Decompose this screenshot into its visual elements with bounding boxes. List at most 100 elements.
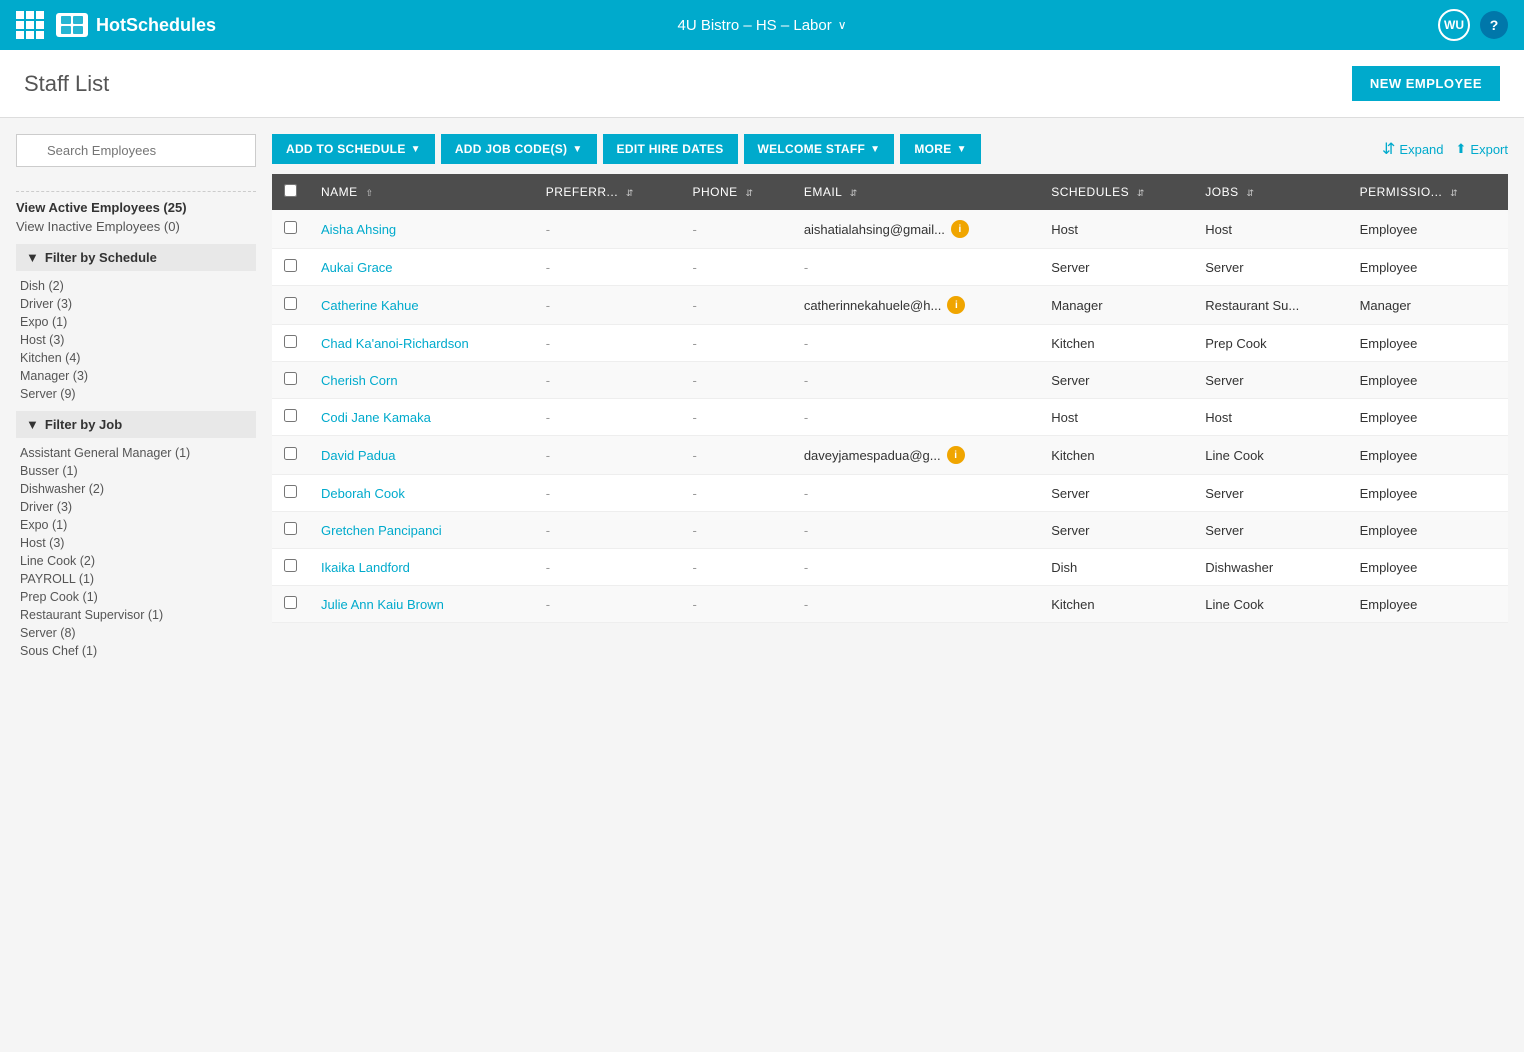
preferred-name: -: [534, 549, 681, 586]
job-filter-item[interactable]: Host (3): [16, 534, 256, 552]
search-input[interactable]: [16, 134, 256, 167]
table-row: Gretchen Pancipanci---ServerServerEmploy…: [272, 512, 1508, 549]
logo-icon: [56, 13, 88, 37]
schedule-filter-item[interactable]: Dish (2): [16, 277, 256, 295]
row-checkbox[interactable]: [284, 559, 297, 572]
employee-schedule: Dish: [1039, 549, 1193, 586]
row-checkbox[interactable]: [284, 221, 297, 234]
schedule-filter-item[interactable]: Server (9): [16, 385, 256, 403]
permissions-header[interactable]: PERMISSIO... ⇵: [1348, 174, 1508, 210]
employee-permissions: Employee: [1348, 586, 1508, 623]
view-active-employees-link[interactable]: View Active Employees (25): [16, 200, 256, 215]
schedule-filter-item[interactable]: Host (3): [16, 331, 256, 349]
view-inactive-employees-link[interactable]: View Inactive Employees (0): [16, 219, 256, 234]
email-warning-icon: i: [947, 446, 965, 464]
email-address: -: [792, 549, 1039, 586]
employee-jobs: Host: [1193, 399, 1347, 436]
job-filter-item[interactable]: Driver (3): [16, 498, 256, 516]
job-filter-item[interactable]: Dishwasher (2): [16, 480, 256, 498]
row-checkbox[interactable]: [284, 335, 297, 348]
row-checkbox[interactable]: [284, 372, 297, 385]
schedules-header[interactable]: SCHEDULES ⇵: [1039, 174, 1193, 210]
row-checkbox[interactable]: [284, 596, 297, 609]
jobs-header[interactable]: JOBS ⇵: [1193, 174, 1347, 210]
job-filter-item[interactable]: PAYROLL (1): [16, 570, 256, 588]
expand-button[interactable]: ⇵ Expand: [1382, 139, 1444, 159]
employee-schedule: Kitchen: [1039, 586, 1193, 623]
email-header[interactable]: EMAIL ⇵: [792, 174, 1039, 210]
schedule-filter-item[interactable]: Driver (3): [16, 295, 256, 313]
filter-by-schedule-header[interactable]: ▼ Filter by Schedule: [16, 244, 256, 271]
logo[interactable]: HotSchedules: [56, 13, 216, 37]
filter-by-job-header[interactable]: ▼ Filter by Job: [16, 411, 256, 438]
employee-name-link[interactable]: Aisha Ahsing: [321, 222, 396, 237]
name-header[interactable]: NAME ⇧: [309, 174, 534, 210]
select-all-header[interactable]: [272, 174, 309, 210]
employee-schedule: Kitchen: [1039, 436, 1193, 475]
employee-name-link[interactable]: Ikaika Landford: [321, 560, 410, 575]
job-filter-item[interactable]: Restaurant Supervisor (1): [16, 606, 256, 624]
help-button[interactable]: ?: [1480, 11, 1508, 39]
edit-hire-dates-button[interactable]: EDIT HIRE DATES: [603, 134, 738, 164]
export-icon: ⬆: [1456, 141, 1467, 157]
employee-permissions: Employee: [1348, 210, 1508, 249]
employee-jobs: Server: [1193, 249, 1347, 286]
phone-number: -: [681, 475, 792, 512]
employee-name-link[interactable]: Aukai Grace: [321, 260, 393, 275]
employee-name-link[interactable]: David Padua: [321, 448, 395, 463]
email-address: -: [792, 362, 1039, 399]
employee-name-link[interactable]: Deborah Cook: [321, 486, 405, 501]
employee-schedule: Kitchen: [1039, 325, 1193, 362]
preferred-header[interactable]: PREFERR... ⇵: [534, 174, 681, 210]
employee-name-link[interactable]: Cherish Corn: [321, 373, 398, 388]
schedule-filter-item[interactable]: Manager (3): [16, 367, 256, 385]
grid-icon[interactable]: [16, 11, 44, 39]
row-checkbox[interactable]: [284, 522, 297, 535]
job-filter-item[interactable]: Prep Cook (1): [16, 588, 256, 606]
right-icons: WU ?: [1438, 9, 1508, 41]
user-avatar[interactable]: WU: [1438, 9, 1470, 41]
employee-name-link[interactable]: Codi Jane Kamaka: [321, 410, 431, 425]
row-checkbox[interactable]: [284, 259, 297, 272]
phone-number: -: [681, 436, 792, 475]
sidebar: 🔍 View Active Employees (25) View Inacti…: [16, 134, 256, 660]
export-button[interactable]: ⬆ Export: [1456, 141, 1508, 157]
welcome-staff-button[interactable]: WELCOME STAFF ▼: [744, 134, 895, 164]
job-filter-item[interactable]: Expo (1): [16, 516, 256, 534]
add-job-codes-button[interactable]: ADD JOB CODE(S) ▼: [441, 134, 597, 164]
add-schedule-arrow: ▼: [411, 144, 421, 155]
table-row: David Padua--daveyjamespadua@g...iKitche…: [272, 436, 1508, 475]
more-arrow: ▼: [957, 144, 967, 155]
phone-number: -: [681, 512, 792, 549]
email-address: -: [792, 249, 1039, 286]
job-filter-item[interactable]: Server (8): [16, 624, 256, 642]
employee-table-wrapper[interactable]: NAME ⇧ PREFERR... ⇵ PHONE ⇵ EMAIL: [272, 174, 1508, 623]
email-address: -: [792, 586, 1039, 623]
employee-name-link[interactable]: Catherine Kahue: [321, 298, 419, 313]
employee-jobs: Server: [1193, 475, 1347, 512]
table-row: Deborah Cook---ServerServerEmployee: [272, 475, 1508, 512]
schedule-filter-item[interactable]: Kitchen (4): [16, 349, 256, 367]
employee-name-link[interactable]: Gretchen Pancipanci: [321, 523, 442, 538]
schedule-filter-item[interactable]: Expo (1): [16, 313, 256, 331]
employee-permissions: Employee: [1348, 475, 1508, 512]
row-checkbox[interactable]: [284, 485, 297, 498]
job-filter-item[interactable]: Sous Chef (1): [16, 642, 256, 660]
row-checkbox[interactable]: [284, 447, 297, 460]
job-filter-item[interactable]: Line Cook (2): [16, 552, 256, 570]
job-filter-item[interactable]: Assistant General Manager (1): [16, 444, 256, 462]
employee-name-link[interactable]: Chad Ka'anoi-Richardson: [321, 336, 469, 351]
employee-jobs: Restaurant Su...: [1193, 286, 1347, 325]
job-filter-item[interactable]: Busser (1): [16, 462, 256, 480]
employee-name-link[interactable]: Julie Ann Kaiu Brown: [321, 597, 444, 612]
row-checkbox[interactable]: [284, 297, 297, 310]
phone-header[interactable]: PHONE ⇵: [681, 174, 792, 210]
select-all-checkbox[interactable]: [284, 184, 297, 197]
logo-text: HotSchedules: [96, 15, 216, 36]
more-button[interactable]: MORE ▼: [900, 134, 980, 164]
row-checkbox[interactable]: [284, 409, 297, 422]
new-employee-button[interactable]: NEW EMPLOYEE: [1352, 66, 1500, 101]
preferred-name: -: [534, 436, 681, 475]
add-to-schedule-button[interactable]: ADD TO SCHEDULE ▼: [272, 134, 435, 164]
preferred-name: -: [534, 210, 681, 249]
